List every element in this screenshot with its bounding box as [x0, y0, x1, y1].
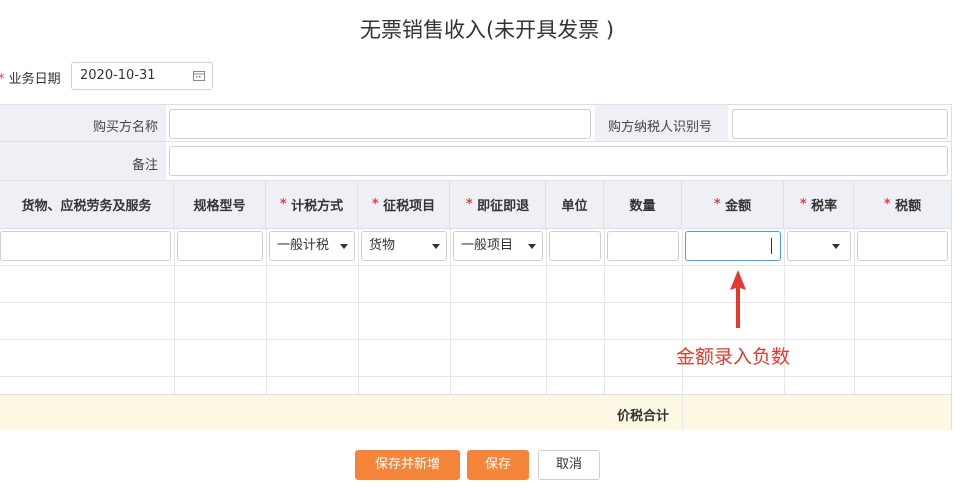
tax-method-value: 一般计税	[277, 238, 330, 253]
col-unit-label: 单位	[561, 199, 588, 214]
col-quantity: 数量	[604, 181, 682, 229]
col-tax-rate: * 税率	[784, 181, 854, 229]
tax-item-select[interactable]: 货物	[361, 231, 447, 261]
col-amount: * 金额	[682, 181, 784, 229]
col-goods-services-label: 货物、应税劳务及服务	[21, 199, 152, 214]
required-mark: *	[0, 72, 5, 87]
business-date-label-text: 业务日期	[8, 72, 61, 87]
tax-method-select[interactable]: 一般计税	[269, 231, 355, 261]
grid-line	[450, 229, 451, 394]
arrow-up-icon	[730, 270, 746, 328]
col-spec-model-label: 规格型号	[193, 199, 246, 214]
tax-amount-input[interactable]	[857, 231, 948, 261]
total-label: 价税合计	[617, 409, 670, 424]
grid-line	[854, 229, 855, 394]
annotation-text: 金额录入负数	[676, 346, 791, 368]
page-title: 无票销售收入(未开具发票 )	[359, 18, 615, 42]
amount-input[interactable]	[685, 231, 781, 261]
cancel-button[interactable]: 取消	[538, 450, 600, 480]
chevron-down-icon	[432, 244, 440, 249]
col-unit: 单位	[546, 181, 604, 229]
buyer-name-input[interactable]	[169, 109, 591, 139]
grid-line	[682, 229, 683, 394]
grid-line	[0, 339, 951, 340]
remark-label-cell: 备注	[0, 142, 166, 181]
buyer-tax-id-input[interactable]	[732, 109, 948, 139]
chevron-down-icon	[340, 244, 348, 249]
remark-input[interactable]	[169, 146, 948, 176]
col-tax-amount-label: 税额	[895, 199, 922, 214]
col-instant-refund-label: 即征即退	[477, 199, 530, 214]
required-mark: *	[883, 197, 891, 212]
grid-line	[0, 302, 951, 303]
goods-services-input[interactable]	[0, 231, 171, 261]
text-cursor	[771, 238, 772, 254]
buyer-name-label-cell: 购买方名称	[0, 105, 166, 142]
required-mark: *	[465, 197, 473, 212]
business-date-input[interactable]: 2020-10-31	[71, 62, 213, 90]
spec-model-input[interactable]	[177, 231, 263, 261]
instant-refund-select[interactable]: 一般项目	[453, 231, 543, 261]
grid-line	[0, 265, 951, 266]
col-tax-method-label: 计税方式	[291, 199, 344, 214]
grid-line	[174, 229, 175, 394]
quantity-input[interactable]	[607, 231, 679, 261]
save-and-new-button[interactable]: 保存并新增	[355, 450, 460, 480]
tax-rate-select[interactable]	[787, 231, 851, 261]
col-spec-model: 规格型号	[174, 181, 266, 229]
grid-line	[604, 229, 605, 394]
col-tax-item: * 征税项目	[358, 181, 450, 229]
col-tax-rate-label: 税率	[811, 199, 838, 214]
invoice-grid: 购买方名称 购方纳税人识别号 备注 货物、应税劳务及服务 规格型号 * 计税方式…	[0, 104, 952, 430]
required-mark: *	[279, 197, 287, 212]
business-date-value: 2020-10-31	[80, 68, 156, 83]
grid-line	[546, 229, 547, 394]
grid-line	[358, 229, 359, 394]
col-tax-item-label: 征税项目	[383, 199, 436, 214]
buyer-name-label: 购买方名称	[92, 120, 158, 135]
buyer-tax-id-label-cell: 购方纳税人识别号	[595, 105, 728, 142]
tax-item-value: 货物	[369, 238, 396, 253]
grid-line	[682, 395, 683, 430]
chevron-down-icon	[528, 244, 536, 249]
col-instant-refund: * 即征即退	[450, 181, 546, 229]
instant-refund-value: 一般项目	[461, 238, 514, 253]
required-mark: *	[713, 197, 721, 212]
col-quantity-label: 数量	[629, 199, 656, 214]
total-row: 价税合计	[0, 394, 951, 430]
buyer-tax-id-label: 购方纳税人识别号	[608, 120, 713, 135]
calendar-icon	[193, 71, 205, 81]
col-amount-label: 金额	[725, 199, 752, 214]
remark-label: 备注	[131, 158, 158, 173]
col-tax-method: * 计税方式	[266, 181, 358, 229]
chevron-down-icon	[832, 244, 840, 249]
grid-line	[0, 376, 951, 377]
col-tax-amount: * 税额	[854, 181, 951, 229]
unit-input[interactable]	[549, 231, 601, 261]
grid-line	[266, 229, 267, 394]
business-date-label: * 业务日期	[0, 68, 61, 87]
required-mark: *	[799, 197, 807, 212]
save-button[interactable]: 保存	[467, 450, 529, 480]
grid-line	[784, 229, 785, 394]
col-goods-services: 货物、应税劳务及服务	[0, 181, 174, 229]
required-mark: *	[371, 197, 379, 212]
